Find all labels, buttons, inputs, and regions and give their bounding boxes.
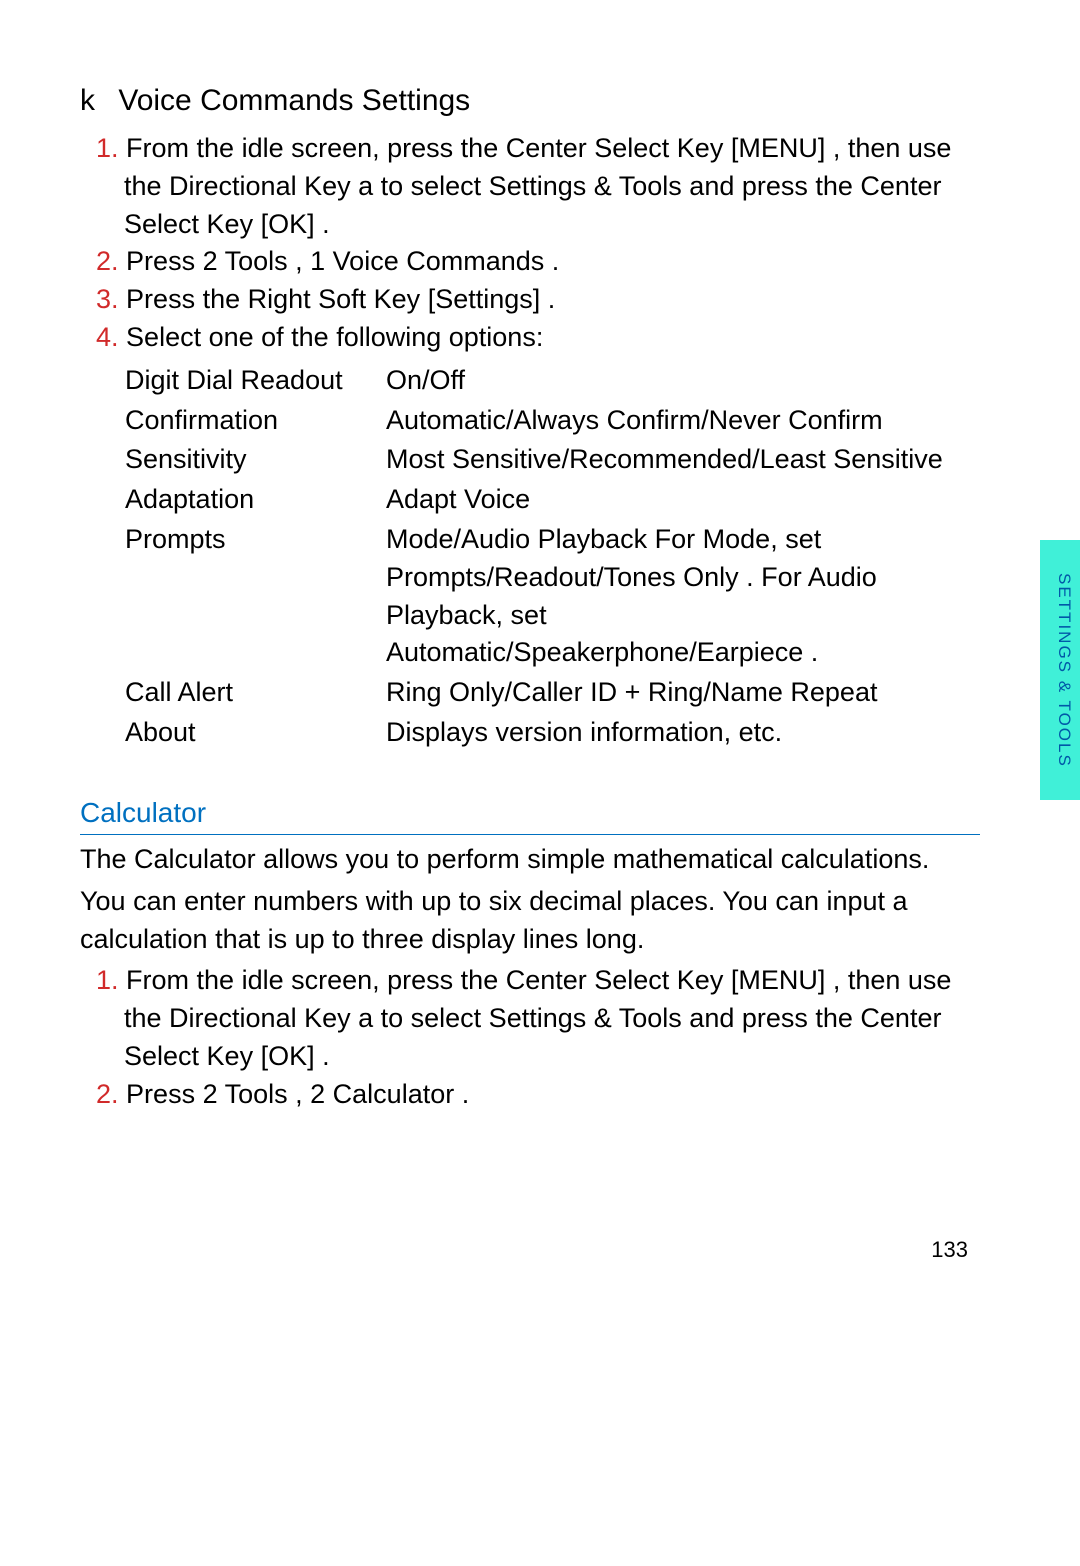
key-menu: [MENU]	[731, 965, 826, 995]
voice-commands-title: k Voice Commands Settings	[80, 80, 980, 122]
key-menu: [MENU]	[731, 133, 826, 163]
step-number: 2.	[96, 246, 119, 276]
option-value: Ring Only/Caller ID + Ring/Name Repeat	[385, 673, 980, 713]
calculator-paragraph-1: The Calculator allows you to perform sim…	[80, 841, 980, 879]
option-value: Adapt Voice	[385, 480, 980, 520]
step-text: From the idle screen, press the Center S…	[126, 133, 731, 163]
option-value: Automatic/Always Confirm/Never Confirm	[385, 401, 980, 441]
key-settings: [Settings] .	[428, 284, 556, 314]
step-1: 1. From the idle screen, press the Cente…	[80, 130, 980, 243]
step-2: 2. Press 2 Tools , 2 Calculator .	[80, 1076, 980, 1114]
step-text: .	[322, 1041, 330, 1071]
step-text: Tools , 1 Voice Commands .	[225, 246, 560, 276]
option-label: Adaptation	[124, 480, 385, 520]
section-side-tab: SETTINGS & TOOLS	[1040, 540, 1080, 800]
voice-options-table: Digit Dial Readout On/Off Confirmation A…	[124, 361, 980, 753]
step-number: 4.	[96, 322, 119, 352]
table-row: Sensitivity Most Sensitive/Recommended/L…	[124, 440, 980, 480]
calculator-steps: 1. From the idle screen, press the Cente…	[80, 962, 980, 1113]
option-label: Digit Dial Readout	[124, 361, 385, 401]
option-value: On/Off	[385, 361, 980, 401]
calculator-paragraph-2: You can enter numbers with up to six dec…	[80, 883, 980, 959]
table-row: Call Alert Ring Only/Caller ID + Ring/Na…	[124, 673, 980, 713]
step-3: 3. Press the Right Soft Key [Settings] .	[80, 281, 980, 319]
key-ok: [OK]	[261, 209, 315, 239]
step-text: .	[322, 209, 330, 239]
bullet-k: k	[80, 80, 110, 122]
step-number: 1.	[96, 965, 119, 995]
step-1: 1. From the idle screen, press the Cente…	[80, 962, 980, 1075]
step-number: 2.	[96, 1079, 119, 1109]
table-row: Prompts Mode/Audio Playback For Mode, se…	[124, 520, 980, 673]
step-text: From the idle screen, press the Center S…	[126, 965, 731, 995]
calculator-heading: Calculator	[80, 793, 980, 835]
step-text: Press 2	[126, 246, 218, 276]
option-label: Sensitivity	[124, 440, 385, 480]
option-value: Displays version information, etc.	[385, 713, 980, 753]
table-row: About Displays version information, etc.	[124, 713, 980, 753]
step-text: Press the Right Soft Key	[126, 284, 420, 314]
side-tab-label: SETTINGS & TOOLS	[1044, 554, 1076, 786]
step-text: Press 2	[126, 1079, 218, 1109]
step-number: 1.	[96, 133, 119, 163]
option-label: About	[124, 713, 385, 753]
option-label: Confirmation	[124, 401, 385, 441]
manual-page: SETTINGS & TOOLS k Voice Commands Settin…	[0, 0, 1080, 1566]
table-row: Adaptation Adapt Voice	[124, 480, 980, 520]
step-text: Tools , 2 Calculator .	[225, 1079, 470, 1109]
key-ok: [OK]	[261, 1041, 315, 1071]
voice-commands-title-text: Voice Commands Settings	[118, 84, 470, 117]
table-row: Digit Dial Readout On/Off	[124, 361, 980, 401]
step-4: 4. Select one of the following options:	[80, 319, 980, 357]
step-text: Select one of the following options:	[126, 322, 543, 352]
page-number: 133	[931, 1235, 968, 1266]
option-value: Most Sensitive/Recommended/Least Sensiti…	[385, 440, 980, 480]
option-label: Prompts	[124, 520, 385, 673]
voice-commands-steps: 1. From the idle screen, press the Cente…	[80, 130, 980, 357]
table-row: Confirmation Automatic/Always Confirm/Ne…	[124, 401, 980, 441]
option-value: Mode/Audio Playback For Mode, set Prompt…	[385, 520, 980, 673]
option-label: Call Alert	[124, 673, 385, 713]
step-number: 3.	[96, 284, 119, 314]
step-2: 2. Press 2 Tools , 1 Voice Commands .	[80, 243, 980, 281]
